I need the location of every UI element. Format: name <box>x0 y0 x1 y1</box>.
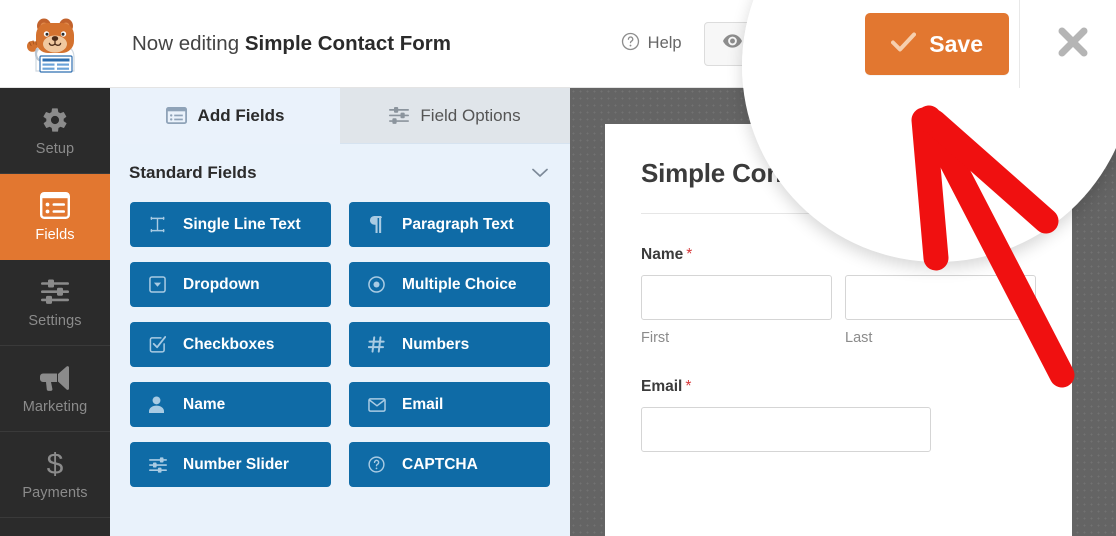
close-x-icon <box>1054 23 1092 66</box>
name-last-input[interactable] <box>845 275 1036 320</box>
magnifier-circle-callout: Save <box>742 0 1116 262</box>
header-divider <box>1019 0 1020 88</box>
radio-dot-icon <box>368 276 386 293</box>
required-marker: * <box>685 378 692 395</box>
field-button-single-line-text[interactable]: Single Line Text <box>130 202 331 247</box>
field-button-number-slider[interactable]: Number Slider <box>130 442 331 487</box>
form-builder-screen: Setup Fields Settings Marketing $ Paymen… <box>0 0 1116 536</box>
sidebar: Setup Fields Settings Marketing $ Paymen… <box>0 0 110 536</box>
section-title: Standard Fields <box>129 163 257 182</box>
field-button-checkboxes[interactable]: Checkboxes <box>130 322 331 367</box>
wpforms-bear-mascot <box>27 18 75 73</box>
tab-add-fields[interactable]: Add Fields <box>110 88 340 144</box>
name-first-sublabel: First <box>641 330 670 346</box>
name-field-row: First Last <box>641 275 1036 346</box>
sidebar-item-marketing[interactable]: Marketing <box>0 346 110 432</box>
check-square-icon <box>149 336 167 353</box>
form-list-icon <box>165 107 187 124</box>
field-button-multiple-choice[interactable]: Multiple Choice <box>349 262 550 307</box>
name-first-input[interactable] <box>641 275 832 320</box>
form-name: Simple Contact Form <box>244 31 451 55</box>
field-button-numbers[interactable]: Numbers <box>349 322 550 367</box>
standard-fields-section-header[interactable]: Standard Fields <box>110 144 570 202</box>
chevron-down-icon <box>532 163 548 183</box>
field-label: Multiple Choice <box>402 275 517 293</box>
sidebar-item-payments[interactable]: $ Payments <box>0 432 110 518</box>
save-button-magnified[interactable]: Save <box>865 13 1009 75</box>
gear-icon <box>41 105 69 135</box>
help-label: Help <box>647 34 682 52</box>
field-label: CAPTCHA <box>402 455 478 473</box>
page-title: Now editing Simple Contact Form <box>132 32 451 56</box>
list-icon <box>40 191 70 221</box>
user-icon <box>149 396 167 413</box>
field-label: Name <box>183 395 226 413</box>
question-circle-icon <box>368 456 386 473</box>
sidebar-item-label: Marketing <box>22 398 88 415</box>
field-button-name[interactable]: Name <box>130 382 331 427</box>
check-icon <box>891 31 917 58</box>
sidebar-item-label: Fields <box>35 226 75 243</box>
wpforms-logo[interactable] <box>0 0 110 88</box>
name-first-col: First <box>641 275 832 346</box>
sidebar-item-label: Settings <box>28 312 82 329</box>
name-last-sublabel: Last <box>845 330 873 346</box>
required-marker: * <box>686 246 693 263</box>
editing-prefix: Now editing <box>132 31 240 55</box>
standard-fields-grid: Single Line Text Paragraph Text Dropdown… <box>110 202 570 487</box>
field-label: Email <box>402 395 444 413</box>
sliders-icon <box>40 277 70 307</box>
sidebar-items: Setup Fields Settings Marketing $ Paymen… <box>0 88 110 518</box>
eye-icon <box>722 34 742 53</box>
field-button-email[interactable]: Email <box>349 382 550 427</box>
close-button-magnified[interactable] <box>1054 23 1092 66</box>
email-input[interactable] <box>641 407 931 452</box>
sidebar-item-label: Payments <box>22 484 88 501</box>
field-label: Number Slider <box>183 455 289 473</box>
magnified-header-strip: Save <box>742 0 1116 88</box>
sliders-icon <box>389 107 410 124</box>
save-label: Save <box>929 30 983 57</box>
text-cursor-icon <box>149 216 167 233</box>
dollar-icon: $ <box>44 449 66 479</box>
envelope-icon <box>368 397 386 412</box>
field-button-captcha[interactable]: CAPTCHA <box>349 442 550 487</box>
magnifier-content: Save <box>742 0 1116 262</box>
pilcrow-icon <box>368 216 386 233</box>
preview-field-label-email: Email * <box>641 378 1036 396</box>
tab-label: Field Options <box>420 105 521 125</box>
name-last-col: Last <box>845 275 1036 346</box>
fields-panel: Add Fields Field Options Standard Fields… <box>110 88 570 536</box>
sidebar-item-label: Setup <box>35 140 75 157</box>
sidebar-item-fields[interactable]: Fields <box>0 174 110 260</box>
field-button-paragraph-text[interactable]: Paragraph Text <box>349 202 550 247</box>
field-label: Single Line Text <box>183 215 301 233</box>
sidebar-item-settings[interactable]: Settings <box>0 260 110 346</box>
field-label: Checkboxes <box>183 335 275 353</box>
question-circle-icon <box>621 32 640 56</box>
tab-field-options[interactable]: Field Options <box>340 88 570 144</box>
sidebar-item-setup[interactable]: Setup <box>0 88 110 174</box>
caret-square-icon <box>149 276 167 293</box>
field-button-dropdown[interactable]: Dropdown <box>130 262 331 307</box>
field-label-text: Name <box>641 246 684 263</box>
field-label: Numbers <box>402 335 470 353</box>
help-button[interactable]: Help <box>621 32 682 56</box>
field-label: Paragraph Text <box>402 215 514 233</box>
hash-icon <box>368 336 386 353</box>
sliders-icon <box>149 456 167 473</box>
panel-tabs: Add Fields Field Options <box>110 88 570 144</box>
field-label-text: Email <box>641 378 683 395</box>
megaphone-icon <box>39 363 71 393</box>
field-label: Dropdown <box>183 275 260 293</box>
svg-text:$: $ <box>47 449 64 479</box>
tab-label: Add Fields <box>197 105 285 125</box>
